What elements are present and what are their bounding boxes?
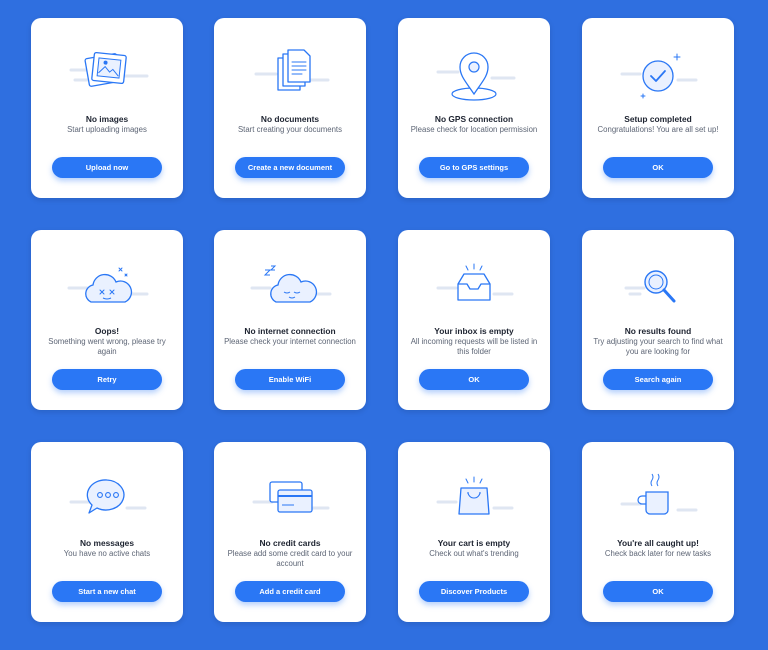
card-no-results: No results found Try adjusting your sear… [582, 230, 734, 410]
card-no-messages: No messages You have no active chats Sta… [31, 442, 183, 622]
card-description: Congratulations! You are all set up! [597, 125, 719, 134]
card-setup-completed: Setup completed Congratulations! You are… [582, 18, 734, 198]
chat-bubble-icon [31, 442, 183, 534]
card-no-documents: No documents Start creating your documen… [214, 18, 366, 198]
card-description: Try adjusting your search to find what y… [593, 337, 723, 357]
sleeping-cloud-icon [214, 230, 366, 322]
card-description: Check out what's trending [429, 549, 519, 558]
card-description: Please add some credit card to your acco… [227, 549, 353, 569]
card-description: Check back later for new tasks [604, 549, 712, 558]
card-oops: Oops! Something went wrong, please try a… [31, 230, 183, 410]
ok-button[interactable]: OK [419, 369, 529, 390]
credit-cards-icon [214, 442, 366, 534]
card-title: No messages [80, 538, 134, 548]
add-credit-card-button[interactable]: Add a credit card [235, 581, 345, 602]
documents-icon [214, 18, 366, 110]
card-title: No results found [624, 326, 692, 336]
upload-now-button[interactable]: Upload now [52, 157, 162, 178]
inbox-tray-icon [398, 230, 550, 322]
empty-states-grid: No images Start uploading images Upload … [0, 0, 768, 650]
card-title: No images [85, 114, 129, 124]
card-title: No GPS connection [434, 114, 514, 124]
card-title: No documents [260, 114, 320, 124]
go-to-gps-settings-button[interactable]: Go to GPS settings [419, 157, 529, 178]
card-inbox-empty: Your inbox is empty All incoming request… [398, 230, 550, 410]
location-pin-icon [398, 18, 550, 110]
card-description: All incoming requests will be listed in … [410, 337, 538, 357]
card-description: Please check for location permission [410, 125, 538, 134]
create-new-document-button[interactable]: Create a new document [235, 157, 345, 178]
images-icon [31, 18, 183, 110]
discover-products-button[interactable]: Discover Products [419, 581, 529, 602]
shopping-bag-icon [398, 442, 550, 534]
card-title: Setup completed [624, 114, 692, 124]
card-cart-empty: Your cart is empty Check out what's tren… [398, 442, 550, 622]
ok-button[interactable]: OK [603, 157, 713, 178]
enable-wifi-button[interactable]: Enable WiFi [235, 369, 345, 390]
card-description: You have no active chats [63, 549, 151, 558]
card-all-caught-up: You're all caught up! Check back later f… [582, 442, 734, 622]
card-description: Please check your internet connection [224, 337, 356, 346]
dizzy-cloud-icon [31, 230, 183, 322]
checkmark-circle-icon [582, 18, 734, 110]
card-no-gps: No GPS connection Please check for locat… [398, 18, 550, 198]
card-title: Your cart is empty [437, 538, 511, 548]
magnifier-icon [582, 230, 734, 322]
search-again-button[interactable]: Search again [603, 369, 713, 390]
card-title: You're all caught up! [617, 538, 699, 548]
card-title: Your inbox is empty [434, 326, 514, 336]
card-no-internet: No internet connection Please check your… [214, 230, 366, 410]
card-description: Start creating your documents [237, 125, 342, 134]
card-description: Start uploading images [67, 125, 147, 134]
ok-button[interactable]: OK [603, 581, 713, 602]
card-description: Something went wrong, please try again [48, 337, 166, 357]
coffee-mug-icon [582, 442, 734, 534]
card-title: No internet connection [244, 326, 336, 336]
retry-button[interactable]: Retry [52, 369, 162, 390]
card-no-images: No images Start uploading images Upload … [31, 18, 183, 198]
start-new-chat-button[interactable]: Start a new chat [52, 581, 162, 602]
card-title: Oops! [94, 326, 120, 336]
card-title: No credit cards [259, 538, 321, 548]
card-no-credit-cards: No credit cards Please add some credit c… [214, 442, 366, 622]
